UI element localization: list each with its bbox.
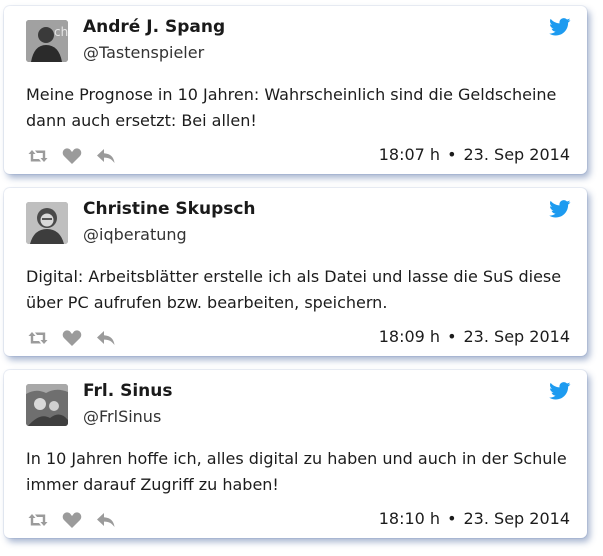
twitter-bird-icon[interactable] [549, 382, 571, 400]
author-name[interactable]: Frl. Sinus [83, 381, 173, 401]
tweet-text: In 10 Jahren hoffe ich, alles digital zu… [26, 449, 567, 494]
reply-icon[interactable] [96, 329, 116, 347]
author-handle[interactable]: @FrlSinus [83, 407, 161, 426]
separator-dot: • [447, 327, 457, 346]
tweet-date: 23. Sep 2014 [463, 145, 571, 164]
twitter-bird-icon[interactable] [549, 18, 571, 36]
heart-icon[interactable] [62, 329, 82, 347]
avatar[interactable]: ch [26, 20, 68, 62]
tweet-time: 18:07 h [378, 145, 441, 164]
tweet-text: Digital: Arbeitsblätter erstelle ich als… [26, 267, 562, 312]
author-name[interactable]: Christine Skupsch [83, 199, 256, 219]
tweet-card[interactable]: ch André J. Spang @Tastenspieler Meine P… [4, 6, 587, 174]
tweet-date: 23. Sep 2014 [463, 509, 571, 528]
tweet-text: Meine Prognose in 10 Jahren: Wahrscheinl… [26, 85, 557, 130]
reply-icon[interactable] [96, 147, 116, 165]
tweet-date: 23. Sep 2014 [463, 327, 571, 346]
tweet-timestamp[interactable]: 18:10 h • 23. Sep 2014 [379, 509, 570, 528]
retweet-icon[interactable] [28, 147, 48, 165]
heart-icon[interactable] [62, 147, 82, 165]
avatar[interactable] [26, 202, 68, 244]
tweet-time: 18:09 h [378, 327, 441, 346]
tweet-timestamp[interactable]: 18:07 h • 23. Sep 2014 [379, 145, 570, 164]
retweet-icon[interactable] [28, 511, 48, 529]
heart-icon[interactable] [62, 511, 82, 529]
twitter-bird-icon[interactable] [549, 200, 571, 218]
reply-icon[interactable] [96, 511, 116, 529]
svg-text:ch: ch [54, 25, 68, 39]
author-handle[interactable]: @Tastenspieler [83, 43, 204, 62]
tweet-time: 18:10 h [378, 509, 441, 528]
tweet-card[interactable]: Frl. Sinus @FrlSinus In 10 Jahren hoffe … [4, 370, 587, 538]
avatar[interactable] [26, 384, 68, 426]
tweet-card[interactable]: Christine Skupsch @iqberatung Digital: A… [4, 188, 587, 356]
tweet-timestamp[interactable]: 18:09 h • 23. Sep 2014 [379, 327, 570, 346]
retweet-icon[interactable] [28, 329, 48, 347]
author-handle[interactable]: @iqberatung [83, 225, 187, 244]
separator-dot: • [447, 509, 457, 528]
author-name[interactable]: André J. Spang [83, 17, 225, 37]
separator-dot: • [447, 145, 457, 164]
